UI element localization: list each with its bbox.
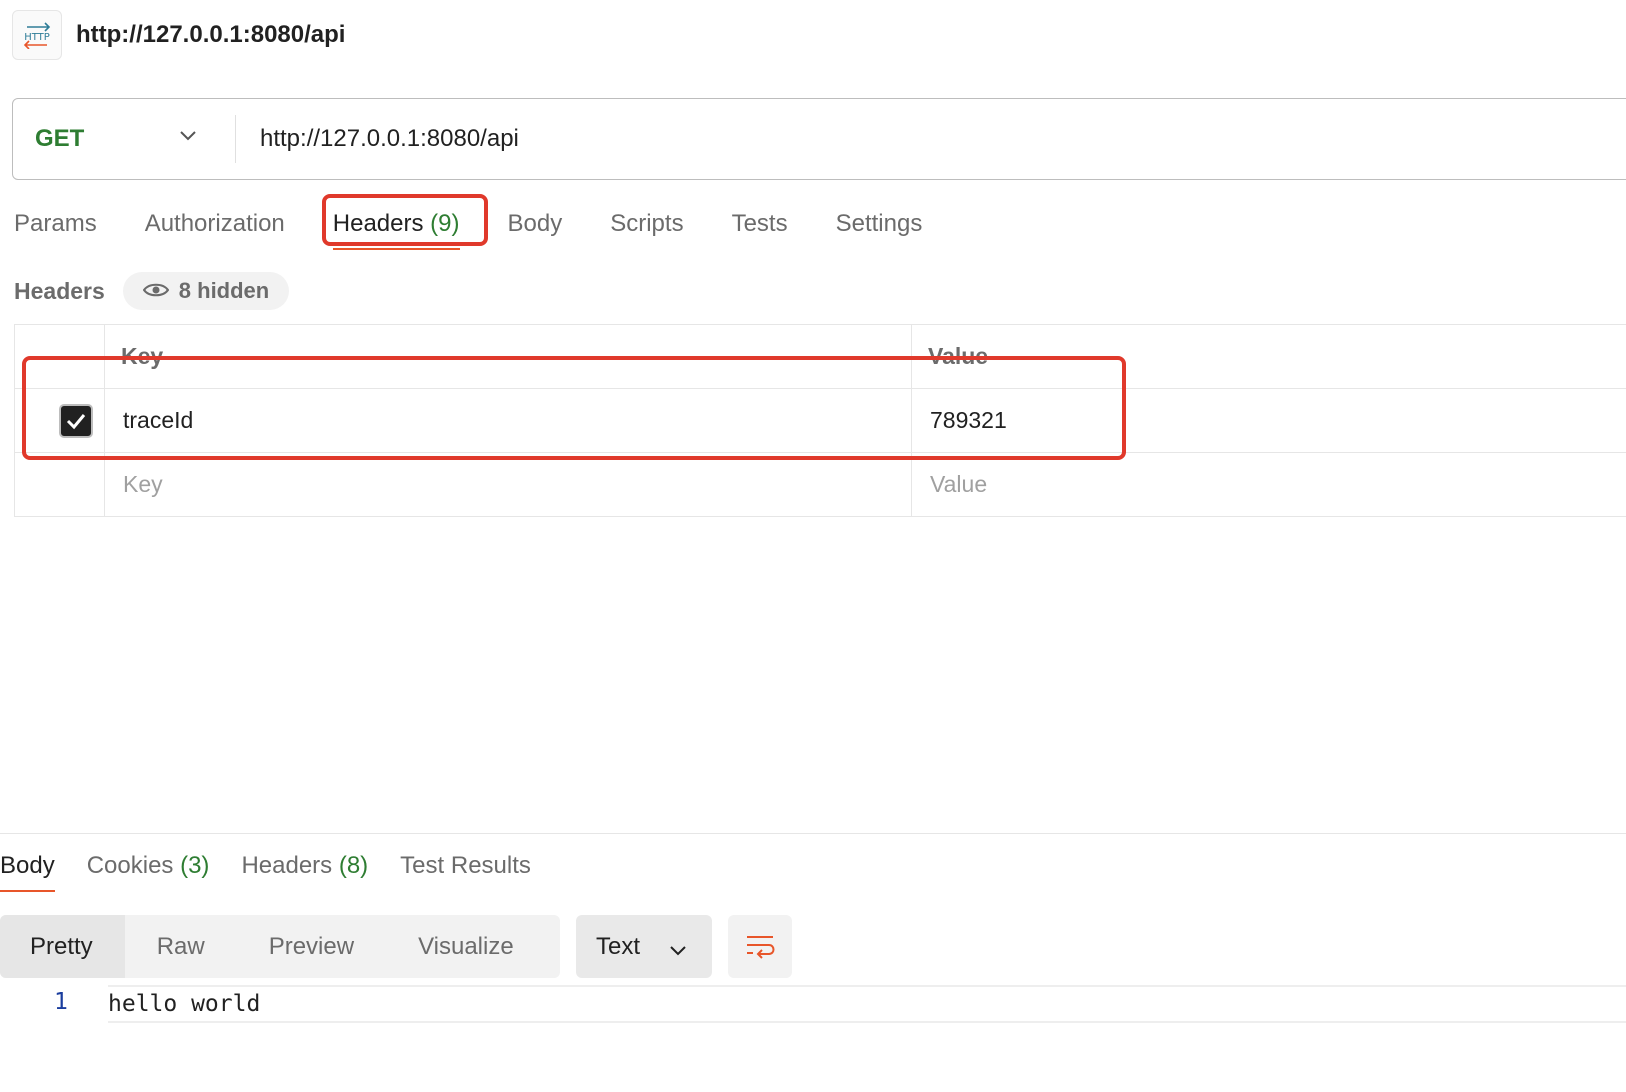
view-mode-pretty[interactable]: Pretty — [0, 915, 125, 978]
line-number: 1 — [54, 989, 68, 1015]
cookies-count: (3) — [180, 852, 210, 879]
url-bar: GET — [12, 98, 1626, 180]
word-wrap-button[interactable] — [728, 915, 792, 978]
new-value-input[interactable]: Value — [911, 452, 1626, 517]
view-mode-segmented-control: Pretty Raw Preview Visualize — [0, 915, 560, 978]
url-input[interactable] — [260, 125, 1460, 153]
http-icon: HTTP — [12, 10, 62, 60]
empty-checkbox-cell — [14, 452, 105, 517]
tab-scripts[interactable]: Scripts — [610, 210, 683, 238]
tab-body[interactable]: Body — [508, 210, 563, 238]
view-mode-preview[interactable]: Preview — [237, 915, 386, 978]
request-tabs: Params Authorization Headers (9) Body Sc… — [14, 210, 970, 250]
headers-count: (9) — [430, 210, 460, 237]
tab-authorization[interactable]: Authorization — [145, 210, 285, 238]
chevron-down-icon — [668, 937, 688, 965]
method-select[interactable]: GET — [13, 99, 235, 179]
wrap-lines-icon — [747, 935, 775, 959]
hidden-headers-toggle[interactable]: 8 hidden — [122, 272, 290, 310]
format-select[interactable]: Text — [576, 915, 712, 978]
headers-table: Key Value traceId 789321 Key Value — [14, 324, 1626, 517]
tab-headers[interactable]: Headers (9) — [332, 210, 460, 250]
url-divider — [235, 115, 236, 163]
checkbox-column-header — [14, 324, 105, 389]
header-key-cell[interactable]: traceId — [104, 388, 912, 453]
response-headers-count: (8) — [338, 852, 369, 879]
view-mode-raw[interactable]: Raw — [125, 915, 237, 978]
header-value-cell[interactable]: 789321 — [911, 388, 1626, 453]
headers-subheader: Headers 8 hidden — [14, 272, 290, 310]
table-row-empty: Key Value — [14, 452, 1626, 517]
response-view-toolbar: Pretty Raw Preview Visualize Text — [0, 915, 792, 978]
row-enabled-checkbox[interactable] — [59, 403, 93, 438]
response-tab-cookies[interactable]: Cookies (3) — [87, 852, 210, 880]
tab-tests[interactable]: Tests — [732, 210, 788, 238]
eye-icon — [142, 278, 170, 304]
chevron-down-icon — [178, 129, 198, 148]
response-body-editor[interactable]: 1 hello world — [0, 985, 1626, 1023]
table-header-row: Key Value — [14, 324, 1626, 389]
table-row: traceId 789321 — [14, 388, 1626, 453]
format-label: Text — [596, 932, 641, 960]
tab-settings[interactable]: Settings — [836, 210, 923, 238]
row-checkbox-cell — [14, 388, 105, 453]
view-mode-visualize[interactable]: Visualize — [386, 915, 546, 978]
key-column-header: Key — [104, 324, 912, 389]
hidden-count-label: 8 hidden — [178, 278, 270, 303]
response-divider — [0, 833, 1626, 834]
request-title-bar: HTTP http://127.0.0.1:8080/api — [12, 10, 345, 60]
check-icon — [66, 413, 86, 429]
code-line[interactable]: hello world — [108, 985, 1626, 1023]
response-tab-headers[interactable]: Headers (8) — [241, 852, 368, 880]
headers-section-title: Headers — [14, 277, 105, 304]
response-tab-body[interactable]: Body — [0, 852, 55, 892]
response-tabs: Body Cookies (3) Headers (8) Test Result… — [0, 852, 563, 892]
new-key-input[interactable]: Key — [104, 452, 912, 517]
tab-params[interactable]: Params — [14, 210, 97, 238]
request-title[interactable]: http://127.0.0.1:8080/api — [76, 21, 345, 49]
response-tab-test-results[interactable]: Test Results — [400, 852, 531, 880]
method-label: GET — [35, 125, 85, 152]
value-column-header: Value — [911, 324, 1626, 389]
